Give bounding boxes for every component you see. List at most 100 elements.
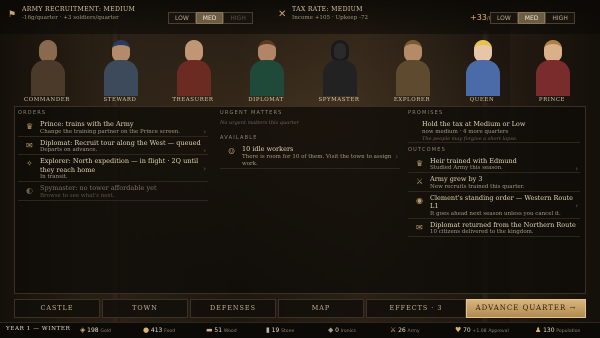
crossed-swords-icon: ⚔	[416, 177, 424, 186]
chevron-right-icon: ›	[203, 146, 206, 155]
advance-quarter-button[interactable]: ADVANCE QUARTER →	[466, 299, 586, 318]
approval-label: Approval	[488, 329, 509, 334]
wood-icon: ▬	[206, 326, 213, 334]
council-role-label: DIPLOMAT	[248, 97, 284, 103]
iron-icon: ◆	[328, 326, 334, 334]
tax-med-button[interactable]: MED	[517, 12, 546, 24]
wood-value: 51	[214, 327, 223, 334]
tab-castle[interactable]: CASTLE	[14, 299, 100, 318]
council-role-label: SPYMASTER	[318, 97, 360, 103]
outcome-desc: It goes ahead next season unless you can…	[430, 210, 561, 217]
resource-stone: ▮ 19 Stone	[266, 326, 294, 334]
resource-gold: ◈ 198 Gold	[80, 326, 111, 334]
army-low-button[interactable]: LOW	[168, 12, 196, 24]
resource-bar: YEAR 1 — WINTER ◈ 198 Gold ● 413 Food ▬ …	[0, 322, 600, 338]
council-prince[interactable]: PRINCE	[522, 34, 582, 106]
crown-icon: ♛	[416, 158, 424, 168]
stone-label: Stone	[281, 329, 295, 334]
army-recruitment-title: ARMY RECRUITMENT: MEDIUM	[22, 6, 136, 13]
order-explorer[interactable]: ✧ Explorer: North expedition — in flight…	[18, 157, 208, 182]
approval-extra: +1.08	[472, 329, 487, 334]
season-label: YEAR 1 — WINTER	[6, 326, 71, 332]
gold-icon: ◈	[80, 326, 86, 334]
order-prince[interactable]: ♛ Prince: trains with the Army Change th…	[18, 120, 208, 137]
council-explorer[interactable]: EXPLORER	[382, 34, 442, 106]
seal-icon: ◉	[416, 195, 423, 205]
queen-portrait	[466, 36, 500, 96]
army-high-button[interactable]: HIGH	[223, 12, 253, 24]
order-desc: Browse to see what's next.	[40, 192, 115, 199]
order-spymaster[interactable]: ◐ Spymaster: no tower affordable yet Bro…	[18, 184, 208, 201]
iron-value: 0	[335, 327, 339, 334]
council-spymaster[interactable]: SPYMASTER	[309, 34, 369, 106]
food-label: Food	[164, 329, 176, 334]
army-icon: ⚔	[390, 326, 397, 334]
outcome-title: Diplomat returned from the Northern Rout…	[430, 220, 576, 229]
tab-map[interactable]: MAP	[278, 299, 364, 318]
army-recruitment-toggle: LOW MED HIGH	[168, 12, 253, 24]
tax-rate-title: TAX RATE: MEDIUM	[292, 6, 363, 13]
promise-tax[interactable]: Hold the tax at Medium or Low now medium…	[408, 120, 580, 143]
steward-portrait	[104, 36, 138, 96]
outcome-clement[interactable]: ◉ Clement's standing order — Western Rou…	[408, 194, 580, 219]
tab-effects[interactable]: EFFECTS · 3	[366, 299, 466, 318]
tax-high-button[interactable]: HIGH	[545, 12, 575, 24]
outcomes-header: OUTCOMES	[408, 146, 447, 153]
chevron-right-icon: ›	[575, 164, 578, 173]
tab-defenses[interactable]: DEFENSES	[190, 299, 276, 318]
orders-column: ORDERS ♛ Prince: trains with the Army Ch…	[18, 110, 208, 203]
wood-label: Wood	[223, 329, 237, 334]
gold-label: Gold	[100, 329, 111, 334]
outcome-desc: New recruits trained this quarter.	[430, 183, 525, 190]
urgent-empty-text: No urgent matters this quarter	[220, 120, 299, 126]
promise-hint: The people may forgive a short lapse.	[422, 135, 518, 142]
population-label: Population	[556, 329, 581, 334]
chevron-right-icon: ›	[203, 165, 206, 173]
promise-desc: now medium · 4 more quarters	[422, 128, 509, 135]
outcome-title: Heir trained with Edmund	[430, 156, 517, 165]
food-value: 413	[150, 327, 163, 334]
tax-low-button[interactable]: LOW	[490, 12, 518, 24]
outcome-title: Army grew by 3	[430, 175, 483, 183]
council-commander[interactable]: COMMANDER	[17, 34, 77, 106]
population-value: 130	[543, 327, 555, 334]
army-med-button[interactable]: MED	[195, 12, 224, 24]
council-row: COMMANDER STEWARD TREASURER DIPLOMAT SPY…	[0, 34, 600, 106]
tax-rate-sub: Income +105 · Upkeep -72	[292, 15, 369, 21]
outcome-army[interactable]: ⚔ Army grew by 3 New recruits trained th…	[408, 175, 580, 192]
tab-town[interactable]: TOWN	[102, 299, 188, 318]
available-idle-workers[interactable]: ☺ 10 idle workers There is room for 10 o…	[220, 145, 400, 169]
order-diplomat[interactable]: ✉ Diplomat: Recruit tour along the West …	[18, 139, 208, 155]
outcome-heir[interactable]: ♛ Heir trained with Edmund Studied Army …	[408, 156, 580, 173]
resource-iron: ◆ 0 Ironics	[328, 326, 356, 334]
council-diplomat[interactable]: DIPLOMAT	[236, 34, 296, 106]
council-role-label: EXPLORER	[393, 97, 431, 103]
resource-wood: ▬ 51 Wood	[206, 326, 237, 334]
close-icon[interactable]: ✕	[278, 9, 286, 20]
food-icon: ●	[143, 326, 150, 334]
council-steward[interactable]: STEWARD	[90, 34, 150, 106]
explorer-portrait	[396, 36, 430, 96]
resource-food: ● 413 Food	[143, 326, 175, 334]
council-role-label: QUEEN	[469, 97, 495, 103]
orders-header: ORDERS	[18, 110, 47, 116]
council-treasurer[interactable]: TREASURER	[163, 34, 223, 106]
scroll-icon: ✉	[416, 222, 423, 232]
council-role-label: COMMANDER	[24, 97, 70, 103]
treasurer-portrait	[177, 36, 211, 96]
army-banner-icon: ⚑	[8, 10, 17, 20]
chevron-right-icon: ›	[575, 201, 578, 210]
available-title: 10 idle workers	[242, 145, 294, 153]
tax-rate-toggle: LOW MED HIGH	[490, 12, 575, 24]
army-recruitment-sub: -16g/quarter · +3 soldiers/quarter	[22, 15, 119, 21]
outcome-diplomat[interactable]: ✉ Diplomat returned from the Northern Ro…	[408, 220, 580, 237]
council-queen[interactable]: QUEEN	[452, 34, 512, 106]
tax-rate-section: TAX RATE: MEDIUM Income +105 · Upkeep -7…	[292, 6, 368, 22]
game-screen: ⚑ ARMY RECRUITMENT: MEDIUM -16g/quarter …	[0, 0, 600, 338]
council-role-label: PRINCE	[538, 97, 566, 103]
army-recruitment-section: ARMY RECRUITMENT: MEDIUM -16g/quarter · …	[22, 6, 135, 22]
population-icon: ♟	[535, 326, 542, 334]
stone-icon: ▮	[266, 326, 270, 334]
available-desc: There is room for 10 of them. Visit the …	[242, 153, 392, 167]
outcome-desc: Studied Army this season.	[430, 165, 503, 171]
